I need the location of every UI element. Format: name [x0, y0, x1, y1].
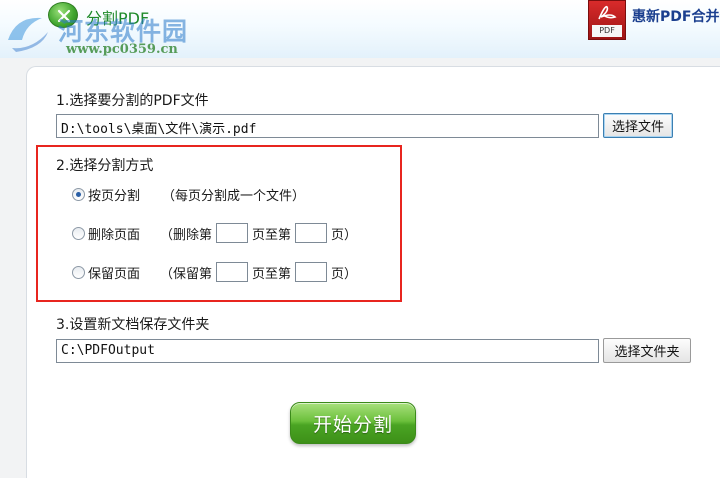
radio-keep-pages[interactable]	[72, 265, 85, 279]
keep-from-page-input[interactable]	[216, 262, 249, 282]
output-folder-path-input[interactable]: C:\PDFOutput	[56, 339, 599, 363]
delete-pages-middle: 页至第	[252, 227, 292, 243]
delete-pages-suffix: 页）	[331, 227, 358, 243]
option-split-by-page-note: （每页分割成一个文件）	[162, 189, 306, 204]
step2-label: 2.选择分割方式	[56, 158, 154, 174]
option-split-by-page[interactable]: 按页分割 （每页分割成一个文件）	[72, 185, 305, 204]
step3-label: 3.设置新文档保存文件夹	[56, 317, 210, 333]
radio-split-by-page[interactable]	[72, 188, 85, 201]
watermark-url: www.pc0359.cn	[66, 42, 178, 57]
option-keep-pages-label: 保留页面	[88, 266, 141, 282]
watermark-logo-icon	[2, 10, 54, 54]
delete-to-page-input[interactable]	[295, 223, 328, 243]
radio-delete-pages[interactable]	[72, 226, 85, 240]
title-bar: 分割PDF 河东软件园 www.pc0359.cn PDF 惠新PDF合并分	[0, 0, 720, 58]
keep-pages-middle: 页至第	[252, 266, 292, 282]
pdf-file-path-input[interactable]: D:\tools\桌面\文件\演示.pdf	[56, 114, 599, 138]
brand-title: 惠新PDF合并分	[632, 9, 720, 25]
delete-from-page-input[interactable]	[216, 223, 249, 243]
option-delete-pages-label: 删除页面	[88, 227, 141, 243]
keep-pages-suffix: 页）	[331, 266, 358, 282]
select-file-button[interactable]: 选择文件	[603, 113, 673, 138]
step1-label: 1.选择要分割的PDF文件	[56, 93, 209, 109]
start-split-button[interactable]: 开始分割	[290, 402, 416, 444]
delete-pages-prefix: （删除第	[160, 227, 213, 243]
keep-pages-prefix: （保留第	[160, 266, 213, 282]
option-split-by-page-label: 按页分割	[88, 189, 141, 204]
pdf-logo-caption: PDF	[592, 25, 622, 37]
option-delete-pages[interactable]: 删除页面 （删除第 页至第 页）	[72, 223, 357, 243]
option-keep-pages[interactable]: 保留页面 （保留第 页至第 页）	[72, 262, 357, 282]
select-folder-button[interactable]: 选择文件夹	[603, 338, 691, 363]
keep-to-page-input[interactable]	[295, 262, 328, 282]
